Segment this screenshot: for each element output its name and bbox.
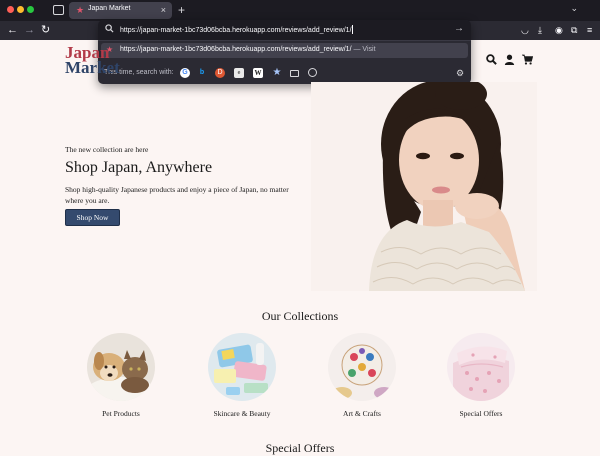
hero-description: Shop high-quality Japanese products and … — [65, 185, 289, 205]
search-icon — [105, 24, 114, 35]
bing-engine-icon[interactable]: b — [197, 68, 207, 78]
collection-special-offers[interactable]: Special Offers — [447, 333, 515, 418]
tabs-search-icon[interactable] — [290, 70, 299, 77]
history-icon[interactable] — [308, 68, 317, 77]
collection-label: Skincare & Beauty — [213, 409, 271, 418]
collections-title: Our Collections — [261, 309, 339, 323]
hero-kicker: The new collection are here — [65, 145, 149, 154]
google-engine-icon[interactable]: G — [180, 68, 190, 78]
menu-icon[interactable]: ≡ — [587, 25, 592, 36]
account-icon[interactable] — [504, 54, 515, 68]
downloads-icon[interactable]: ⤓ — [538, 25, 542, 36]
tab-close-button[interactable]: × — [161, 4, 166, 16]
url-suggestion-row[interactable]: ★ https://japan-market-1bc73d06bcba.hero… — [101, 43, 468, 58]
collection-skincare-beauty[interactable]: Skincare & Beauty — [208, 333, 276, 418]
new-tab-button[interactable]: + — [178, 2, 185, 18]
hero-model-image — [311, 82, 537, 291]
go-arrow-icon[interactable]: → — [454, 23, 464, 34]
search-engine-row: This time, search with: G b D e W ★ ⚙ — [98, 62, 471, 84]
skincare-beauty-image — [208, 333, 276, 401]
address-bar[interactable]: https://japan-market-1bc73d06bcba.heroku… — [98, 20, 471, 41]
pocket-icon[interactable]: ◡ — [521, 25, 529, 36]
extensions-icon[interactable]: ⧉ — [571, 25, 577, 36]
suggestion-text: https://japan-market-1bc73d06bcba.heroku… — [120, 46, 376, 53]
duckduckgo-engine-icon[interactable]: D — [215, 68, 225, 78]
art-crafts-image — [328, 333, 396, 401]
tab-title: Japan Market — [88, 5, 131, 12]
collection-pet-products[interactable]: Pet Products — [87, 333, 155, 418]
pet-products-image — [87, 333, 155, 401]
list-all-tabs-icon[interactable]: ⌄ — [570, 3, 578, 14]
account-icon[interactable]: ◉ — [555, 25, 563, 36]
url-dropdown-panel: https://japan-market-1bc73d06bcba.heroku… — [98, 20, 471, 84]
wikipedia-engine-icon[interactable]: W — [253, 68, 263, 78]
reload-button[interactable]: ↻ — [41, 23, 50, 38]
browser-tab-strip: ★ Japan Market × + ⌄ — [0, 0, 600, 21]
minimize-window-button[interactable] — [17, 6, 24, 13]
search-icon[interactable] — [486, 54, 497, 68]
collection-label: Pet Products — [102, 409, 140, 418]
bookmarks-icon[interactable]: ★ — [272, 68, 282, 78]
collection-art-crafts[interactable]: Art & Crafts — [328, 333, 396, 418]
back-button[interactable]: ← — [7, 23, 18, 38]
favicon-icon: ★ — [76, 5, 85, 15]
maximize-window-button[interactable] — [27, 6, 34, 13]
ebay-engine-icon[interactable]: e — [234, 68, 244, 78]
collection-label: Special Offers — [459, 409, 503, 418]
close-window-button[interactable] — [7, 6, 14, 13]
gear-icon[interactable]: ⚙ — [455, 68, 465, 78]
forward-button[interactable]: → — [24, 23, 35, 38]
browser-tab-active[interactable]: ★ Japan Market × — [69, 2, 172, 19]
tab-overview-icon[interactable] — [53, 5, 64, 15]
hero-title: Shop Japan, Anywhere — [65, 159, 213, 176]
collection-label: Art & Crafts — [343, 409, 381, 418]
special-offers-image — [447, 333, 515, 401]
shop-now-button[interactable]: Shop Now — [65, 209, 120, 226]
url-input[interactable]: https://japan-market-1bc73d06bcba.heroku… — [120, 25, 353, 34]
cart-icon[interactable] — [522, 54, 534, 68]
site-logo[interactable]: Japan Market — [65, 44, 120, 76]
